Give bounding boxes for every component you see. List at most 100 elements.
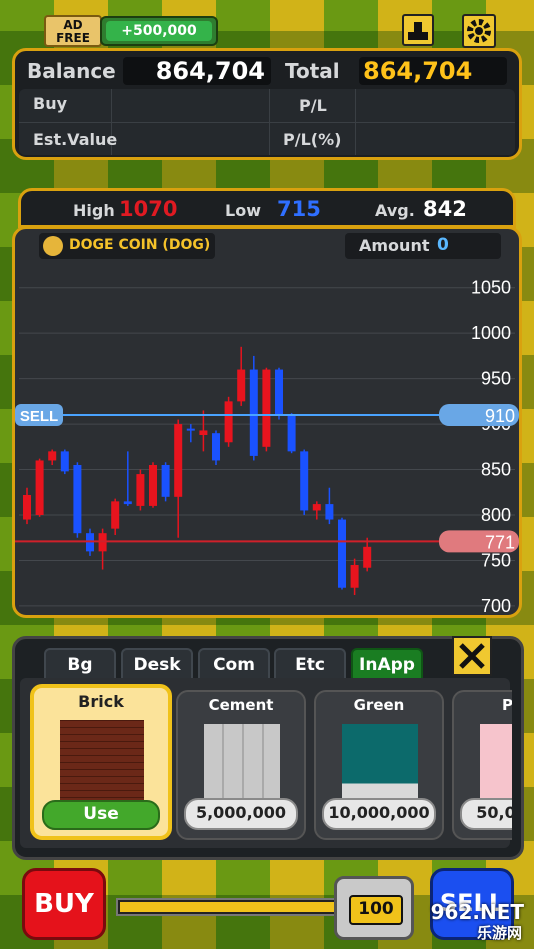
- quantity-slider[interactable]: [116, 898, 340, 916]
- candle-body: [325, 504, 334, 520]
- est-value-label: Est.Value: [33, 130, 118, 149]
- price-button[interactable]: 10,000,000: [322, 798, 436, 830]
- total-value-box: 864,704: [359, 57, 507, 85]
- balance-value-box: 864,704: [123, 57, 271, 85]
- cement-texture: [204, 724, 280, 800]
- tab-bg[interactable]: Bg: [44, 648, 116, 678]
- pl-label: P/L: [299, 96, 327, 115]
- candle-body: [287, 415, 296, 452]
- reward-button-label: +500,000: [106, 21, 212, 41]
- candlestick-chart: 10501000950900850800750700SELL910771: [15, 278, 519, 615]
- tab-com[interactable]: Com: [198, 648, 270, 678]
- total-value: 864,704: [363, 57, 473, 85]
- item-name: Cement: [208, 696, 274, 714]
- candle-body: [275, 369, 283, 415]
- candle-body: [237, 369, 246, 402]
- avg-label: Avg.: [375, 201, 415, 220]
- settings-icon[interactable]: [462, 14, 496, 48]
- candle-body: [73, 465, 82, 534]
- balance-label: Balance: [27, 59, 116, 83]
- amount-value: 0: [437, 235, 449, 255]
- candle-body: [149, 465, 157, 506]
- sell-price-value: 910: [485, 406, 515, 426]
- candle-body: [224, 401, 233, 443]
- candle-body: [363, 546, 372, 568]
- y-tick-label: 950: [481, 369, 511, 389]
- ranking-icon[interactable]: [402, 14, 434, 46]
- green-texture: [342, 724, 418, 800]
- watermark-brand: 962.NET: [430, 900, 524, 924]
- item-name: Brick: [78, 692, 124, 711]
- total-label: Total: [285, 59, 340, 83]
- item-card-green[interactable]: Green 10,000,000: [314, 690, 444, 840]
- candle-body: [23, 495, 31, 520]
- chart-panel: DOGE COIN (DOG) Amount 0 105010009509008…: [12, 226, 522, 618]
- tab-inapp[interactable]: InApp: [351, 648, 423, 678]
- balance-value: 864,704: [155, 57, 265, 85]
- reward-button[interactable]: +500,000: [100, 16, 218, 46]
- watermark: 962.NET 乐游网: [398, 900, 528, 944]
- item-card-cement[interactable]: Cement 5,000,000: [176, 690, 306, 840]
- y-tick-label: 1000: [471, 323, 511, 343]
- candle-body: [300, 451, 309, 511]
- coin-name: DOGE COIN (DOG): [69, 237, 211, 253]
- candle-body: [262, 369, 271, 447]
- y-tick-label: 800: [481, 505, 511, 525]
- avg-value: 842: [423, 197, 467, 221]
- brick-texture: [60, 720, 144, 804]
- y-tick-label: 750: [481, 550, 511, 570]
- quantity-value: 100: [349, 895, 403, 925]
- amount-label: Amount: [359, 236, 430, 255]
- low-value: 715: [277, 197, 321, 221]
- price-button[interactable]: 50,0: [460, 798, 512, 830]
- buy-button-label: BUY: [34, 889, 94, 919]
- candle-body: [249, 369, 258, 456]
- sell-tag-label: SELL: [20, 408, 58, 425]
- high-value: 1070: [119, 197, 178, 221]
- doge-coin-icon: [43, 236, 63, 256]
- item-card-partial[interactable]: P 50,0: [452, 690, 512, 840]
- watermark-sub: 乐游网: [476, 924, 522, 942]
- high-label: High: [73, 201, 115, 220]
- buy-label: Buy: [33, 94, 68, 113]
- candle-body: [136, 474, 145, 506]
- amount-box: Amount 0: [345, 233, 501, 259]
- item-name: Green: [353, 696, 405, 714]
- candle-body: [199, 430, 208, 435]
- ad-free-line2: FREE: [56, 31, 90, 45]
- buy-button[interactable]: BUY: [22, 868, 106, 940]
- tab-etc[interactable]: Etc: [274, 648, 346, 678]
- candle-body: [338, 519, 346, 588]
- y-tick-label: 700: [481, 596, 511, 615]
- coin-name-box: DOGE COIN (DOG): [39, 233, 215, 259]
- candle-body: [48, 451, 57, 461]
- y-tick-label: 1050: [471, 278, 511, 298]
- candle-body: [161, 465, 170, 497]
- low-label: Low: [225, 201, 261, 220]
- candle-body: [174, 424, 183, 497]
- use-button[interactable]: Use: [42, 800, 160, 830]
- item-name: P: [502, 696, 512, 714]
- price-button[interactable]: 5,000,000: [184, 798, 298, 830]
- pink-texture: [480, 724, 512, 800]
- candle-body: [350, 565, 359, 588]
- account-grid: Buy P/L Est.Value P/L(%): [19, 89, 515, 155]
- tab-desk[interactable]: Desk: [121, 648, 193, 678]
- candle-body: [312, 504, 321, 511]
- plpct-label: P/L(%): [283, 130, 342, 149]
- candle-body: [123, 501, 132, 505]
- candle-body: [186, 428, 195, 431]
- candle-body: [35, 460, 44, 515]
- account-panel: Balance 864,704 Total 864,704 Buy P/L Es…: [12, 48, 522, 160]
- close-button[interactable]: [452, 636, 492, 676]
- stats-bar: High 1070 Low 715 Avg. 842: [18, 188, 516, 228]
- close-icon: [459, 643, 485, 669]
- y-tick-label: 850: [481, 460, 511, 480]
- ad-free-button[interactable]: AD FREE: [44, 15, 102, 47]
- item-card-brick[interactable]: Brick Use: [30, 684, 172, 840]
- buy-price-value: 771: [485, 532, 515, 552]
- quantity-slider-fill: [120, 902, 336, 912]
- candle-body: [212, 433, 220, 461]
- candle-body: [60, 451, 69, 472]
- candle-body: [111, 501, 120, 529]
